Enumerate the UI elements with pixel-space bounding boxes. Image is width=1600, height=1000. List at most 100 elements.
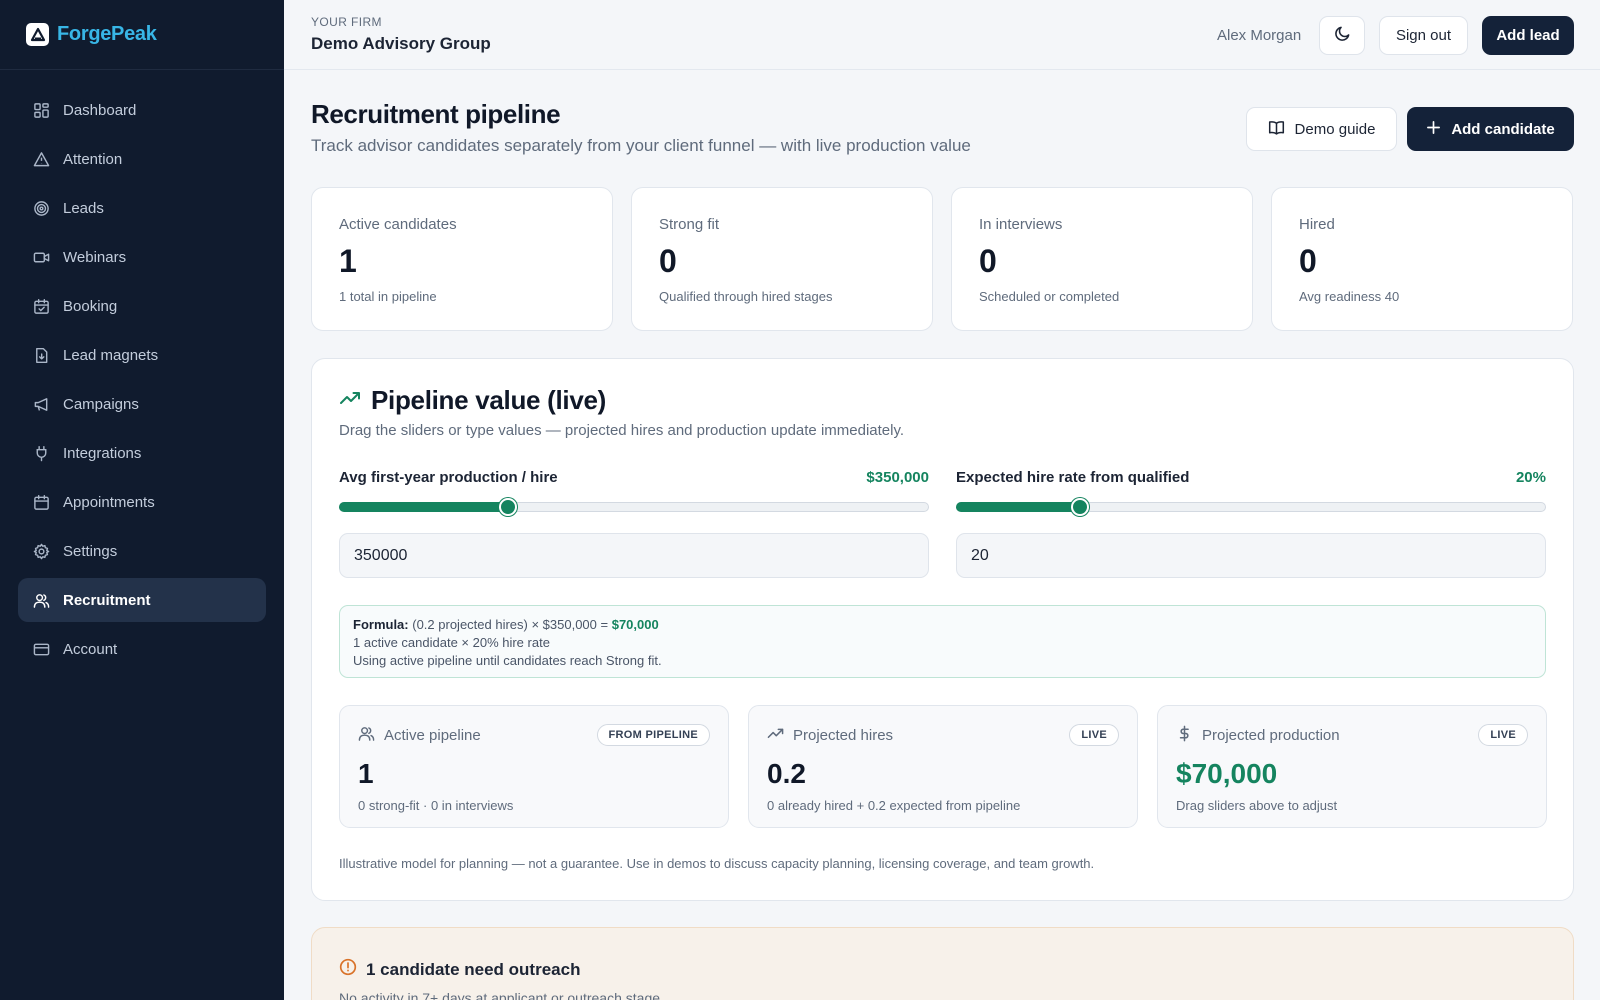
metric-value: 0.2 [767, 758, 806, 789]
sidebar-item-label: Lead magnets [63, 346, 159, 364]
sidebar-item-leads[interactable]: Leads [18, 186, 266, 230]
dollar-icon [1176, 725, 1193, 746]
stat-value: 0 [1299, 243, 1317, 279]
stat-card-strong-fit: Strong fit 0 Qualified through hired sta… [631, 187, 933, 331]
formula-label: Formula: [353, 617, 409, 632]
metric-card-active-pipeline: Active pipeline FROM PIPELINE 1 0 strong… [339, 705, 729, 828]
megaphone-icon [32, 395, 50, 413]
brand-logo-icon [26, 23, 49, 46]
trending-up-icon [767, 725, 784, 746]
stat-sub: Scheduled or completed [979, 289, 1120, 304]
sidebar-item-label: Leads [63, 199, 104, 217]
hire-rate-slider-thumb[interactable] [1071, 498, 1090, 516]
video-icon [32, 248, 50, 266]
hire-rate-input[interactable]: 20 [956, 533, 1546, 578]
sidebar: ForgePeak Dashboard Attention Leads Webi… [0, 0, 284, 1000]
metric-label: Projected hires [793, 726, 894, 744]
plug-icon [32, 444, 50, 462]
formula-line-1: Formula: (0.2 projected hires) × $350,00… [353, 616, 1532, 634]
firm-label: YOUR FIRM [311, 15, 382, 29]
warning-icon [32, 150, 50, 168]
sidebar-item-webinars[interactable]: Webinars [18, 235, 266, 279]
formula-line-3: Using active pipeline until candidates r… [353, 653, 662, 668]
sidebar-nav: Dashboard Attention Leads Webinars Booki… [0, 70, 284, 671]
sidebar-item-lead-magnets[interactable]: Lead magnets [18, 333, 266, 377]
sidebar-item-recruitment[interactable]: Recruitment [18, 578, 266, 622]
metric-value: $70,000 [1176, 758, 1278, 789]
stat-value: 0 [979, 243, 997, 279]
formula-result: $70,000 [611, 617, 659, 632]
hire-rate-slider[interactable] [956, 498, 1546, 516]
production-slider-thumb[interactable] [498, 498, 517, 516]
outreach-subtitle: No activity in 7+ days at applicant or o… [339, 990, 661, 1000]
hire-rate-slider-label: Expected hire rate from qualified [956, 469, 1190, 486]
live-badge: LIVE [1478, 724, 1528, 746]
sidebar-item-attention[interactable]: Attention [18, 137, 266, 181]
brand-name: ForgePeak [57, 23, 157, 45]
sidebar-item-label: Account [63, 640, 118, 658]
sidebar-item-settings[interactable]: Settings [18, 529, 266, 573]
metric-card-projected-hires: Projected hires LIVE 0.2 0 already hired… [748, 705, 1138, 828]
metric-label: Projected production [1202, 726, 1340, 744]
trending-up-icon [339, 385, 361, 416]
stat-value: 0 [659, 243, 677, 279]
stat-sub: Avg readiness 40 [1299, 289, 1400, 304]
credit-card-icon [32, 640, 50, 658]
add-lead-button[interactable]: Add lead [1482, 16, 1574, 55]
sidebar-item-label: Dashboard [63, 101, 137, 119]
sidebar-item-label: Integrations [63, 444, 142, 462]
production-input[interactable]: 350000 [339, 533, 929, 578]
page-title: Recruitment pipeline [311, 99, 561, 129]
add-candidate-button[interactable]: Add candidate [1407, 107, 1574, 151]
source-badge: FROM PIPELINE [596, 724, 710, 746]
pipeline-value-panel: Pipeline value (live) Drag the sliders o… [311, 358, 1574, 901]
outreach-alert: 1 candidate need outreach No activity in… [311, 927, 1574, 1000]
metric-card-projected-production: Projected production LIVE $70,000 Drag s… [1157, 705, 1547, 828]
sidebar-item-label: Attention [63, 150, 123, 168]
production-slider-label: Avg first-year production / hire [339, 469, 558, 486]
sidebar-item-campaigns[interactable]: Campaigns [18, 382, 266, 426]
stat-label: Active candidates [339, 216, 457, 233]
metric-label: Active pipeline [384, 726, 481, 744]
stat-sub: 1 total in pipeline [339, 289, 437, 304]
hire-rate-slider-value: 20% [1515, 469, 1546, 486]
target-icon [32, 199, 50, 217]
sign-out-button[interactable]: Sign out [1379, 16, 1468, 55]
sidebar-item-account[interactable]: Account [18, 627, 266, 671]
file-download-icon [32, 346, 50, 364]
brand[interactable]: ForgePeak [0, 0, 284, 70]
sidebar-item-label: Appointments [63, 493, 155, 511]
sidebar-item-appointments[interactable]: Appointments [18, 480, 266, 524]
sidebar-item-integrations[interactable]: Integrations [18, 431, 266, 475]
stat-sub: Qualified through hired stages [659, 289, 833, 304]
stat-label: In interviews [979, 216, 1063, 233]
topbar: YOUR FIRM Demo Advisory Group Alex Morga… [284, 0, 1600, 70]
theme-toggle-button[interactable] [1319, 16, 1365, 55]
outreach-title-text: 1 candidate need outreach [366, 959, 581, 979]
stat-label: Strong fit [659, 216, 720, 233]
metric-sub: 0 strong-fit · 0 in interviews [358, 798, 514, 813]
stat-card-in-interviews: In interviews 0 Scheduled or completed [951, 187, 1253, 331]
panel-title: Pipeline value (live) [339, 385, 606, 416]
book-icon [1268, 119, 1285, 140]
users-icon [32, 591, 50, 609]
live-badge: LIVE [1069, 724, 1119, 746]
sidebar-item-label: Settings [63, 542, 118, 560]
demo-guide-button[interactable]: Demo guide [1246, 107, 1397, 151]
sidebar-item-dashboard[interactable]: Dashboard [18, 88, 266, 132]
alert-circle-icon [339, 958, 357, 981]
outreach-title: 1 candidate need outreach [339, 958, 580, 981]
stat-card-hired: Hired 0 Avg readiness 40 [1271, 187, 1573, 331]
stat-card-active-candidates: Active candidates 1 1 total in pipeline [311, 187, 613, 331]
sidebar-item-label: Recruitment [63, 591, 151, 609]
stat-value: 1 [339, 243, 357, 279]
production-slider[interactable] [339, 498, 929, 516]
demo-guide-label: Demo guide [1294, 120, 1376, 138]
page-subtitle: Track advisor candidates separately from… [311, 136, 971, 155]
plus-icon [1426, 120, 1441, 139]
production-slider-group: Avg first-year production / hire $350,00… [339, 469, 929, 578]
dashboard-icon [32, 101, 50, 119]
sidebar-item-label: Webinars [63, 248, 127, 266]
moon-icon [1334, 25, 1351, 47]
sidebar-item-booking[interactable]: Booking [18, 284, 266, 328]
